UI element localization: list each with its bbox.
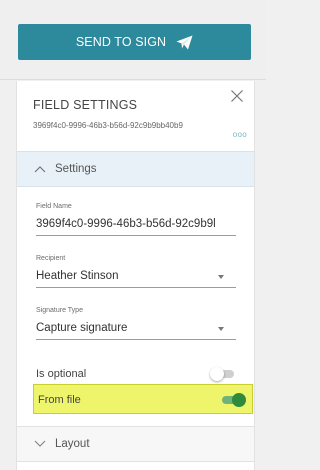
field-name-label: Field Name — [36, 203, 72, 210]
signature-type-select[interactable]: Capture signature — [36, 322, 236, 340]
dropdown-caret-icon — [218, 275, 224, 279]
field-name-field: Field Name 3969f4c0-9996-46b3-b56d-92c9b… — [36, 203, 236, 236]
signature-type-value: Capture signature — [36, 322, 128, 334]
chevron-down-icon — [34, 440, 46, 447]
toggle-knob — [232, 393, 246, 407]
more-options-icon[interactable]: ooo — [233, 130, 247, 139]
signature-type-field: Signature Type Capture signature — [36, 307, 236, 340]
recipient-select[interactable]: Heather Stinson — [36, 270, 236, 288]
field-id-text: 3969f4c0-9996-46b3-b56d-92c9b9bb40b9 — [33, 121, 183, 130]
from-file-highlight: From file — [33, 384, 253, 414]
recipient-value: Heather Stinson — [36, 270, 119, 282]
signature-type-label: Signature Type — [36, 307, 83, 314]
settings-section-header[interactable]: Settings — [17, 151, 254, 187]
dropdown-caret-icon — [218, 327, 224, 331]
paper-plane-icon — [176, 35, 193, 49]
is-optional-label: Is optional — [36, 368, 87, 380]
from-file-toggle[interactable] — [220, 393, 246, 407]
close-icon[interactable] — [230, 89, 244, 103]
recipient-label: Recipient — [36, 255, 66, 262]
field-settings-panel: FIELD SETTINGS 3969f4c0-9996-46b3-b56d-9… — [16, 81, 255, 470]
send-to-sign-label: SEND TO SIGN — [75, 35, 167, 49]
from-file-label: From file — [38, 394, 81, 406]
layout-section-label: Layout — [55, 438, 90, 450]
settings-section-label: Settings — [55, 163, 97, 175]
panel-header: FIELD SETTINGS 3969f4c0-9996-46b3-b56d-9… — [17, 81, 254, 151]
recipient-field: Recipient Heather Stinson — [36, 255, 236, 288]
toggle-knob — [210, 367, 224, 381]
from-file-row: From file — [38, 389, 246, 411]
is-optional-toggle[interactable] — [210, 367, 236, 381]
chevron-up-icon — [34, 166, 46, 173]
top-action-bar: SEND TO SIGN — [0, 0, 266, 80]
layout-section-header[interactable]: Layout — [17, 426, 254, 462]
panel-title: FIELD SETTINGS — [33, 98, 138, 112]
field-name-input[interactable]: 3969f4c0-9996-46b3-b56d-92c9b9l — [36, 218, 236, 236]
is-optional-row: Is optional — [36, 363, 236, 385]
send-to-sign-button[interactable]: SEND TO SIGN — [18, 24, 251, 60]
